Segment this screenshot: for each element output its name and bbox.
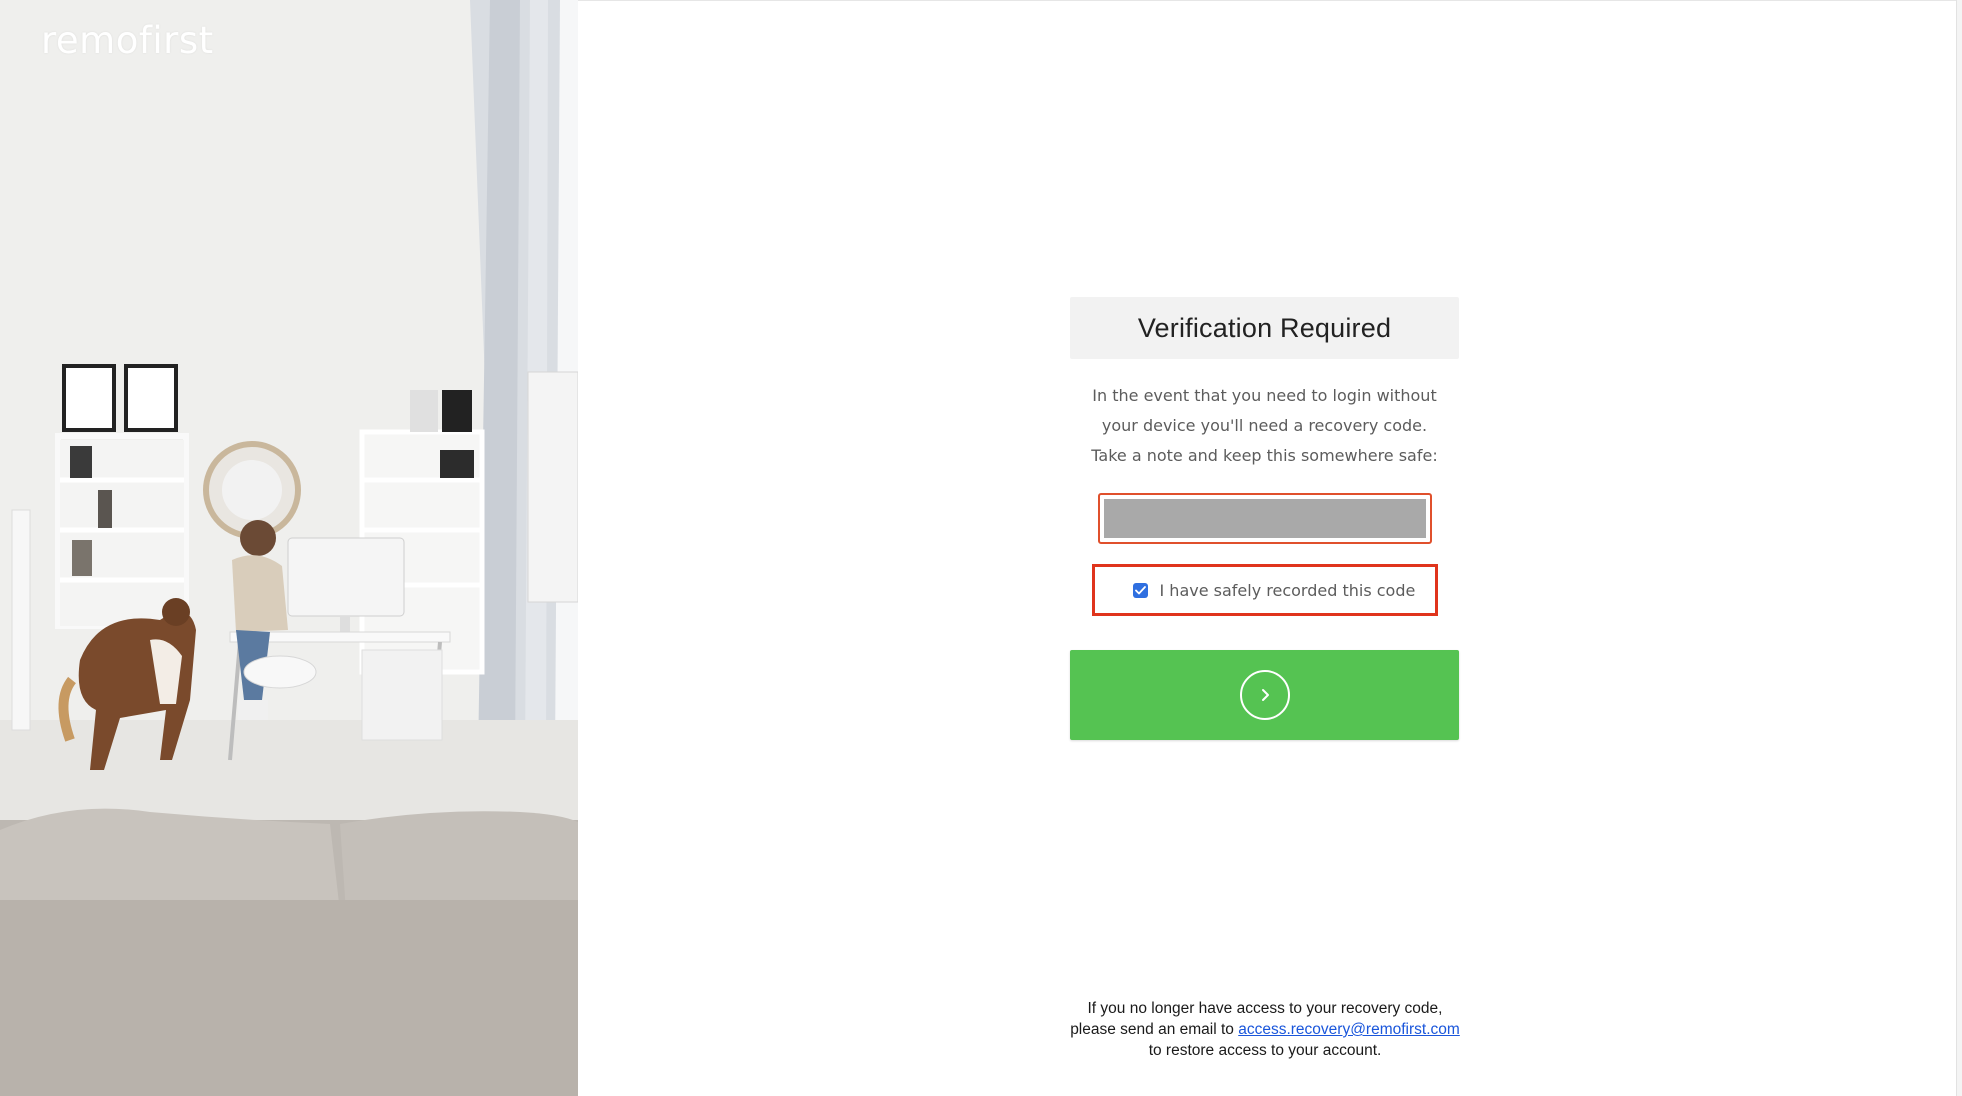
recovery-code-field[interactable]	[1097, 493, 1432, 544]
chevron-right-icon	[1239, 670, 1290, 720]
card-header: Verification Required	[1070, 297, 1459, 359]
top-border	[578, 0, 1957, 1]
page-title: Verification Required	[1137, 312, 1392, 343]
verification-card: Verification Required In the event that …	[1070, 297, 1459, 740]
instructions-text: In the event that you need to login with…	[1070, 381, 1459, 471]
recovery-email-link[interactable]: access.recovery@remofirst.com	[1238, 1021, 1460, 1038]
help-line-1: If you no longer have access to your rec…	[1087, 1000, 1443, 1017]
instructions-line: In the event that you need to login with…	[1092, 386, 1437, 405]
hero-photo: remofirst	[0, 0, 578, 1096]
remofirst-logo: remofirst	[41, 19, 214, 62]
help-line-2: please send an email to access.recovery@…	[1000, 1019, 1530, 1040]
confirm-recorded-checkbox-row[interactable]: I have safely recorded this code	[1091, 564, 1438, 616]
confirm-checkbox-label[interactable]: I have safely recorded this code	[1160, 581, 1416, 600]
confirm-checkbox[interactable]	[1132, 582, 1148, 598]
help-line-2-prefix: please send an email to	[1070, 1021, 1239, 1038]
window-scroll-edge	[1956, 0, 1962, 1096]
continue-button[interactable]	[1070, 650, 1459, 740]
recovery-code-value[interactable]	[1103, 499, 1426, 538]
instructions-line: Take a note and keep this somewhere safe…	[1091, 446, 1438, 465]
help-line-3: to restore access to your account.	[1148, 1042, 1382, 1059]
checkmark-icon	[1134, 585, 1146, 594]
recovery-help-text: If you no longer have access to your rec…	[1000, 998, 1530, 1061]
login-page: remofirst Verification Required In the e…	[0, 0, 1962, 1096]
instructions-line: your device you'll need a recovery code.	[1101, 416, 1428, 435]
home-office-illustration	[0, 0, 578, 1096]
